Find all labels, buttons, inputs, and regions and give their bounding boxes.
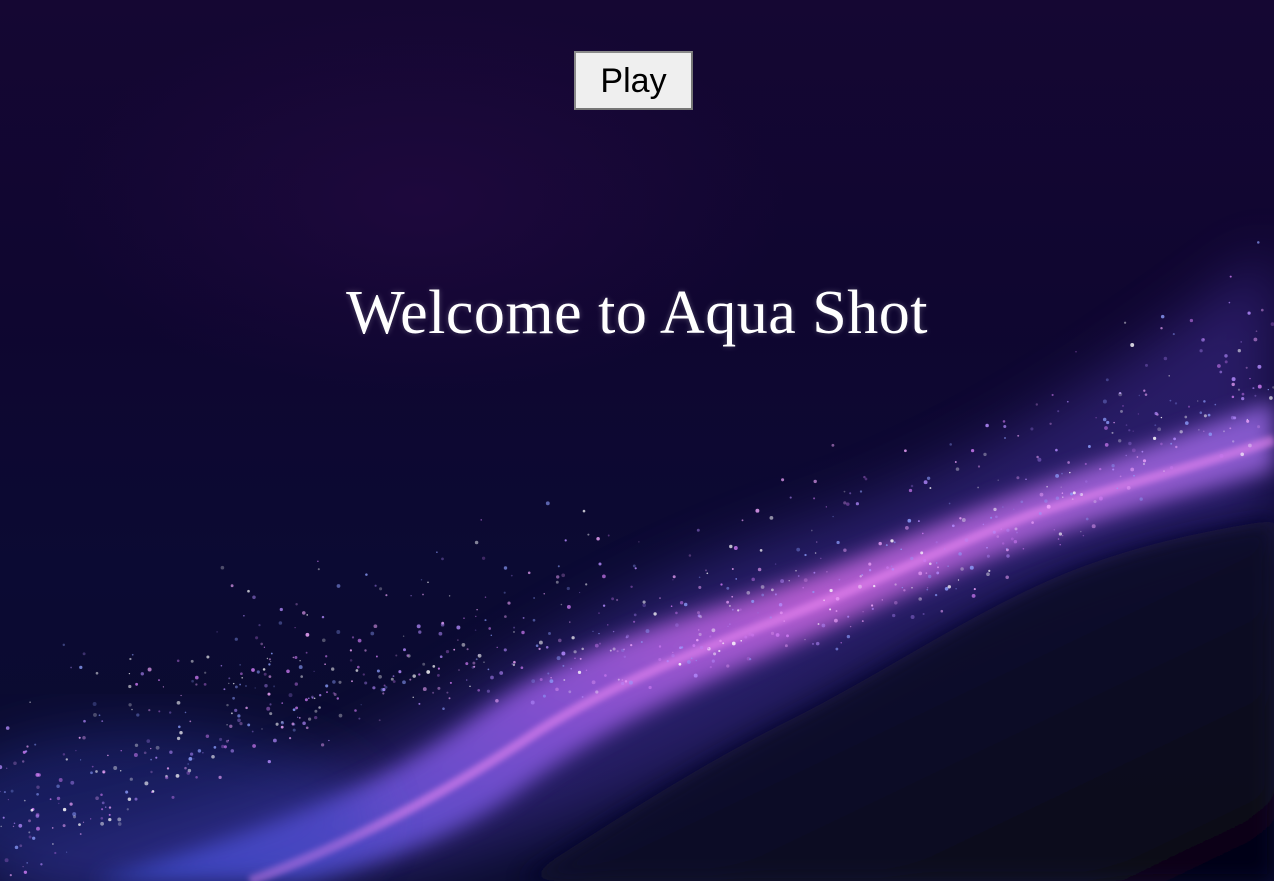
play-button[interactable]: Play — [574, 51, 693, 110]
welcome-title: Welcome to Aqua Shot — [346, 279, 928, 347]
start-screen: Play Welcome to Aqua Shot — [0, 0, 1274, 881]
particle-wave-background — [0, 241, 1274, 881]
